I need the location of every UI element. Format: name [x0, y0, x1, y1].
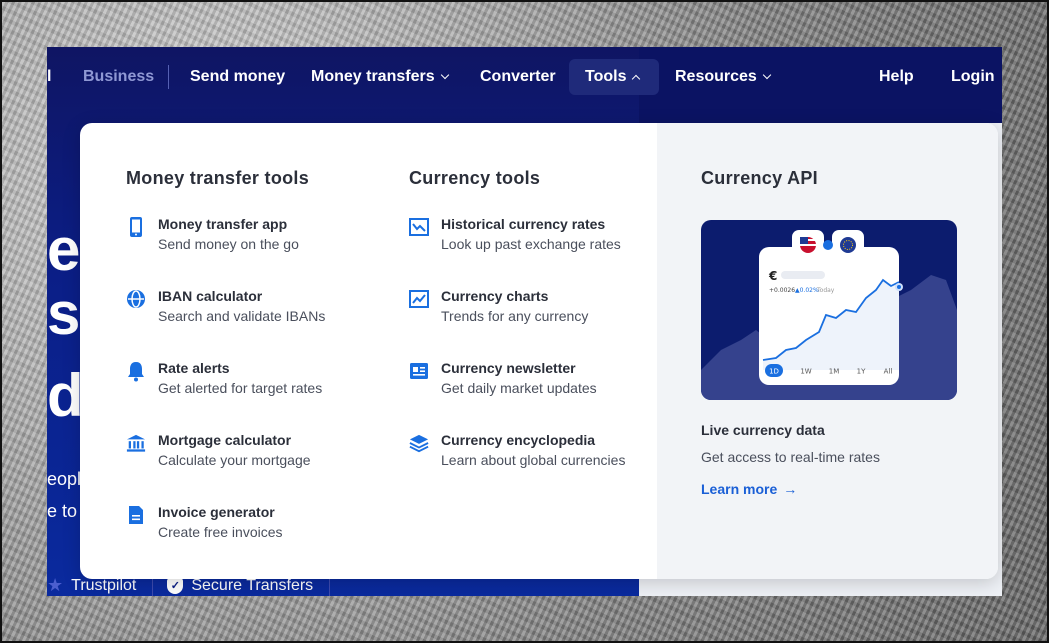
tool-currency-newsletter[interactable]: Currency newsletter Get daily market upda… — [409, 359, 597, 397]
hero-heading-line-1: e — [47, 216, 81, 283]
tool-title: Mortgage calculator — [158, 432, 292, 448]
currency-api-illustration[interactable]: € +0.0026 ▲0.02% Today 1D 1W 1M 1Y All — [701, 220, 957, 400]
layers-icon — [409, 432, 429, 454]
learn-more-label: Learn more — [701, 481, 778, 497]
chart-down-icon — [409, 216, 429, 238]
document-icon — [126, 504, 146, 526]
tool-currency-charts[interactable]: Currency charts Trends for any currency — [409, 287, 588, 325]
tool-rate-alerts[interactable]: Rate alerts Get alerted for target rates — [126, 359, 322, 397]
tool-mortgage-calculator[interactable]: Mortgage calculator Calculate your mortga… — [126, 431, 311, 469]
bank-icon — [126, 432, 146, 454]
newspaper-icon — [409, 360, 429, 382]
nav-tools-label: Tools — [585, 68, 627, 85]
tool-desc: Look up past exchange rates — [441, 236, 621, 252]
nav-help[interactable]: Help — [879, 59, 914, 95]
nav-item-partial[interactable]: l — [47, 59, 51, 95]
tool-title: Historical currency rates — [441, 216, 606, 232]
tool-iban-calculator[interactable]: IBAN calculator Search and validate IBANs — [126, 287, 325, 325]
tool-title: IBAN calculator — [158, 288, 263, 304]
nav-resources[interactable]: Resources — [675, 59, 772, 95]
api-chart-illustration: € +0.0026 ▲0.02% Today 1D 1W 1M 1Y All — [701, 230, 957, 400]
tool-title: Currency newsletter — [441, 360, 576, 376]
arrow-right-icon: → — [783, 481, 798, 497]
nav-send-money[interactable]: Send money — [190, 59, 285, 95]
currency-tools-title: Currency tools — [409, 168, 541, 188]
api-change-value: +0.0026 — [769, 287, 795, 294]
tool-title: Currency charts — [441, 288, 549, 304]
nav-converter[interactable]: Converter — [480, 59, 556, 95]
tool-desc: Send money on the go — [158, 236, 299, 252]
phone-icon — [126, 216, 146, 238]
top-navigation: l Business Send money Money transfers Co… — [47, 47, 1002, 107]
nav-tools[interactable]: Tools — [569, 59, 659, 95]
tool-title: Money transfer app — [158, 216, 288, 232]
api-label: Live currency data — [701, 422, 825, 438]
range-1m: 1M — [829, 368, 840, 376]
nav-resources-label: Resources — [675, 68, 757, 85]
money-transfer-tools-title: Money transfer tools — [126, 168, 310, 188]
tool-desc: Learn about global currencies — [441, 452, 626, 468]
tool-title: Currency encyclopedia — [441, 432, 596, 448]
learn-more-link[interactable]: Learn more → — [701, 481, 797, 497]
api-period-label: Today — [816, 287, 835, 294]
hero-heading-line-3: d — [47, 362, 84, 429]
nav-money-transfers-label: Money transfers — [311, 68, 435, 85]
nav-business[interactable]: Business — [83, 59, 154, 95]
currency-api-title: Currency API — [701, 168, 818, 188]
tool-money-transfer-app[interactable]: Money transfer app Send money on the go — [126, 215, 299, 253]
tool-currency-encyclopedia[interactable]: Currency encyclopedia Learn about global … — [409, 431, 625, 469]
api-change-percent: ▲0.02% — [795, 287, 819, 294]
range-all: All — [884, 368, 893, 376]
tool-historical-currency-rates[interactable]: Historical currency rates Look up past ex… — [409, 215, 621, 253]
chevron-down-icon — [440, 70, 449, 80]
tool-desc: Get alerted for target rates — [158, 380, 323, 396]
chevron-down-icon — [762, 70, 772, 80]
api-currency-symbol: € — [768, 269, 777, 283]
tool-desc: Calculate your mortgage — [158, 452, 311, 468]
tool-invoice-generator[interactable]: Invoice generator Create free invoices — [126, 503, 283, 541]
globe-icon — [126, 288, 146, 310]
hero-text-line-2: e to — [47, 501, 78, 521]
tool-desc: Search and validate IBANs — [158, 308, 326, 324]
bell-icon — [126, 360, 146, 382]
nav-divider — [168, 65, 169, 89]
nav-login[interactable]: Login — [951, 59, 995, 95]
secure-transfers-label: Secure Transfers — [191, 576, 314, 594]
tool-desc: Get daily market updates — [441, 380, 597, 396]
tool-title: Rate alerts — [158, 360, 230, 376]
shield-check-icon: ✓ — [167, 577, 184, 594]
range-1y: 1Y — [857, 368, 866, 376]
tools-dropdown-panel: Money transfer tools Money transfer app S… — [80, 123, 998, 579]
tool-title: Invoice generator — [158, 504, 275, 520]
trustpilot-label: Trustpilot — [71, 576, 137, 594]
range-1d: 1D — [769, 368, 779, 376]
chevron-up-icon — [632, 74, 641, 83]
chart-line-icon — [409, 288, 429, 310]
api-description: Get access to real-time rates — [701, 449, 880, 465]
nav-money-transfers[interactable]: Money transfers — [311, 59, 449, 95]
tool-desc: Create free invoices — [158, 524, 283, 540]
star-icon: ★ — [47, 575, 64, 595]
tool-desc: Trends for any currency — [441, 308, 589, 324]
range-1w: 1W — [800, 368, 811, 376]
